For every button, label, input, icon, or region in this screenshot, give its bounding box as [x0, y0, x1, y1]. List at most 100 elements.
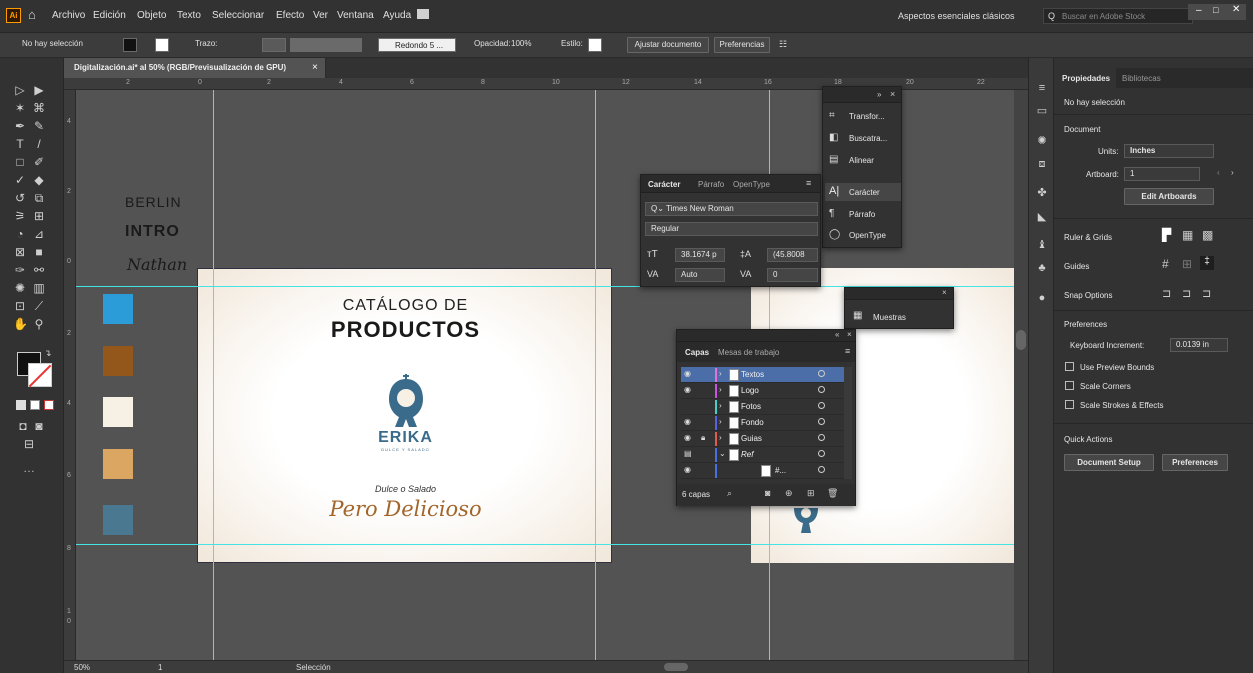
layer-row[interactable]: ▤ ⌄ Ref — [681, 447, 847, 463]
direct-selection-tool-icon[interactable]: ▶ — [32, 84, 46, 96]
symbol-sprayer-icon[interactable]: ✺ — [13, 282, 27, 294]
brush-field[interactable]: Redondo 5 ... — [378, 38, 456, 52]
panel-item-character[interactable]: A| Carácter — [825, 183, 901, 201]
swatches-dock-icon[interactable]: ⧈ — [1034, 158, 1050, 172]
swatches-panel-header[interactable]: × — [845, 288, 953, 300]
layers-scrollbar[interactable] — [844, 367, 852, 479]
brushes-icon[interactable]: ✤ — [1034, 186, 1050, 200]
tab-bibliotecas[interactable]: Bibliotecas — [1122, 74, 1161, 83]
tab-caracter[interactable]: Carácter — [648, 180, 680, 189]
font-style-select[interactable]: Regular — [645, 222, 818, 236]
perspective-icon[interactable]: ⊿ — [32, 228, 46, 240]
line-tool-icon[interactable]: / — [32, 138, 46, 150]
graphic-styles-icon[interactable]: ♝ — [1034, 238, 1050, 252]
document-close-icon[interactable]: × — [312, 62, 318, 73]
eraser-tool-icon[interactable]: ◆ — [32, 174, 46, 186]
kerning-field[interactable]: Auto — [675, 268, 725, 282]
draw-behind-icon[interactable]: ◙ — [32, 420, 46, 432]
leading-field[interactable]: (45.8008 — [767, 248, 818, 262]
font-size-field[interactable]: 38.1674 p — [675, 248, 725, 262]
layer-row[interactable]: ◉ 🔒︎ › Guias — [681, 431, 847, 447]
color-swatch-slate[interactable] — [103, 505, 133, 535]
gradient-tool-icon[interactable]: ■ — [32, 246, 46, 258]
layer-row[interactable]: ◉ › Fondo — [681, 415, 847, 431]
appearance-icon[interactable]: ♣ — [1034, 262, 1050, 276]
panel-menu-icon[interactable]: ≡ — [806, 178, 811, 188]
tab-parrafo[interactable]: Párrafo — [698, 180, 724, 189]
brush-tool-icon[interactable]: ✐ — [32, 156, 46, 168]
layer-row[interactable]: › Fotos — [681, 399, 847, 415]
expand-icon[interactable]: › — [719, 417, 722, 426]
color-swatch-cream[interactable] — [103, 397, 133, 427]
color-swatch-brown[interactable] — [103, 346, 133, 376]
next-artboard-icon[interactable]: › — [1231, 168, 1234, 177]
edit-artboards-button[interactable]: Edit Artboards — [1124, 188, 1214, 205]
snap-to-pixel-icon[interactable]: ⊐ — [1182, 287, 1191, 300]
fill-swatch[interactable] — [123, 38, 137, 52]
panel-item-pathfinder[interactable]: ◧ Buscatra... — [829, 131, 899, 147]
use-preview-bounds-checkbox[interactable] — [1065, 362, 1074, 371]
menu-seleccionar[interactable]: Seleccionar — [212, 10, 264, 21]
vertical-scrollbar[interactable] — [1014, 90, 1028, 660]
guide-vertical[interactable] — [213, 90, 214, 660]
target-icon[interactable] — [818, 386, 825, 393]
artboard-1[interactable]: CATÁLOGO DE PRODUCTOS ERIKA DULCE Y SALA… — [197, 268, 612, 563]
zoom-tool-icon[interactable]: ⚲ — [32, 318, 46, 330]
scale-strokes-checkbox[interactable] — [1065, 400, 1074, 409]
vertical-ruler[interactable]: 4 2 0 2 4 6 8 1 0 — [64, 90, 76, 660]
grid-icon[interactable]: ▦ — [1182, 228, 1193, 242]
screen-mode-icon[interactable]: ⊟ — [22, 438, 36, 450]
stroke-swatch[interactable] — [155, 38, 169, 52]
target-icon[interactable] — [818, 402, 825, 409]
visibility-icon[interactable]: ◉ — [684, 417, 691, 426]
target-icon[interactable] — [818, 450, 825, 457]
panel-header[interactable]: » × — [823, 87, 901, 103]
template-icon[interactable]: ▤ — [684, 449, 692, 458]
visibility-icon[interactable]: ◉ — [684, 385, 691, 394]
swatches-label[interactable]: Muestras — [873, 313, 906, 322]
show-guides-icon[interactable]: # — [1162, 257, 1169, 271]
font-sample-intro[interactable]: INTRO — [125, 223, 180, 241]
layer-row[interactable]: ◉ #... — [681, 463, 847, 479]
guide-horizontal[interactable] — [76, 544, 1014, 545]
slice-tool-icon[interactable]: ⟋ — [32, 300, 46, 312]
delete-layer-icon[interactable]: 🗑︎ — [827, 488, 838, 499]
units-select[interactable]: Inches — [1124, 144, 1214, 158]
layers-panel-header[interactable]: « × — [677, 330, 855, 342]
panel-item-transform[interactable]: ⌗ Transfor... — [829, 109, 899, 125]
collapse-layer-icon[interactable]: ⌄ — [719, 449, 726, 458]
tab-mesas-de-trabajo[interactable]: Mesas de trabajo — [718, 348, 779, 357]
menu-efecto[interactable]: Efecto — [276, 10, 304, 21]
expand-icon[interactable]: › — [719, 385, 722, 394]
rotate-tool-icon[interactable]: ↺ — [13, 192, 27, 204]
collapse-icon[interactable]: « — [835, 330, 839, 339]
document-setup-button[interactable]: Document Setup — [1064, 454, 1154, 471]
visibility-icon[interactable]: ◉ — [684, 465, 691, 474]
zoom-level[interactable]: 50% — [74, 663, 90, 672]
column-graph-icon[interactable]: ▥ — [32, 282, 46, 294]
keyboard-increment-field[interactable]: 0.0139 in — [1170, 338, 1228, 352]
stock-search[interactable]: Q Buscar en Adobe Stock — [1043, 8, 1193, 24]
maximize-icon[interactable]: □ — [1213, 5, 1218, 15]
target-icon[interactable] — [818, 418, 825, 425]
expand-icon[interactable]: › — [719, 433, 722, 442]
pen-tool-icon[interactable]: ✒ — [13, 120, 27, 132]
horizontal-scrollbar-thumb[interactable] — [664, 663, 688, 671]
panel-item-paragraph[interactable]: ¶ Párrafo — [829, 207, 899, 223]
transparency-grid-icon[interactable]: ▩ — [1202, 228, 1213, 242]
color-guide-icon[interactable]: ✺ — [1034, 134, 1050, 148]
type-tool-icon[interactable]: T — [13, 138, 27, 150]
make-clipping-mask-icon[interactable]: ◙ — [765, 488, 770, 498]
scale-corners-checkbox[interactable] — [1065, 381, 1074, 390]
magic-wand-icon[interactable]: ✶ — [13, 102, 27, 114]
selection-tool-icon[interactable]: ▷ — [13, 84, 27, 96]
minimize-icon[interactable]: – — [1196, 5, 1202, 16]
locate-object-icon[interactable]: ⌕ — [727, 488, 732, 499]
curvature-icon[interactable]: ✎ — [32, 120, 46, 132]
arrange-documents-icon[interactable] — [417, 9, 429, 19]
panel-menu-icon[interactable]: ≡ — [1034, 82, 1050, 96]
collapse-icon[interactable]: » — [877, 90, 881, 99]
rectangle-tool-icon[interactable]: □ — [13, 156, 27, 168]
free-transform-icon[interactable]: ⊞ — [32, 210, 46, 222]
menu-archivo[interactable]: Archivo — [52, 10, 85, 21]
